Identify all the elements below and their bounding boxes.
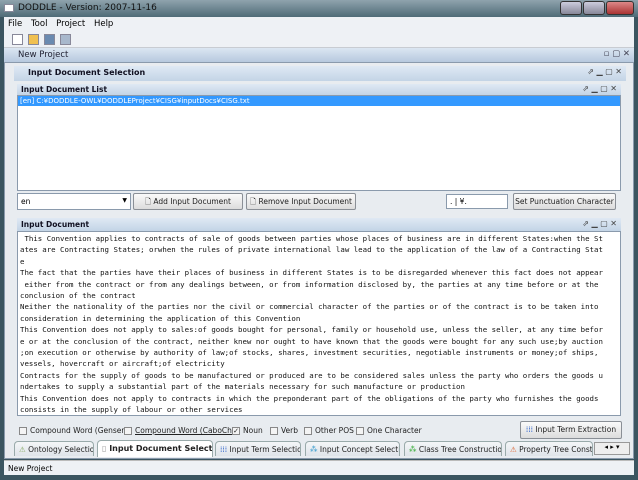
tab-label: Property Tree Constr: [519, 445, 593, 454]
set-punctuation-button[interactable]: Set Punctuation Character: [513, 193, 616, 210]
panel-header: Input Document Selection ⇗ ▁ ▢ ✕: [14, 66, 626, 81]
window-title: DODDLE - Version: 2007-11-16: [18, 3, 157, 13]
document-line: conclusion of the contract: [20, 291, 136, 301]
frame-title-text: New Project: [18, 50, 69, 60]
tab-scroll-controls[interactable]: ◂ ▸ ▾: [594, 442, 630, 455]
input-term-extraction-button[interactable]: ⁞⁞⁞ Input Term Extraction: [520, 421, 622, 439]
option-checkbox[interactable]: Verb: [270, 426, 298, 435]
panel-controls[interactable]: ⇗ ▁ ▢ ✕: [587, 67, 622, 76]
list-item[interactable]: [en] C:¥DODDLE-OWL¥DODDLEProject¥CISG¥in…: [18, 96, 620, 106]
document-line: ndertakes to supply a substantial part o…: [20, 382, 465, 392]
checkbox-checked-icon[interactable]: ✓: [232, 426, 240, 435]
document-line: This Convention applies to contracts of …: [20, 234, 603, 243]
chevron-down-icon: ▼: [122, 197, 127, 204]
tab-icon: ⚠: [19, 445, 29, 454]
doc-list[interactable]: [en] C:¥DODDLE-OWL¥DODDLEProject¥CISG¥in…: [17, 95, 621, 191]
close-button[interactable]: [606, 1, 634, 15]
tab-label: Class Tree Construction: [418, 445, 502, 454]
input-document-title: Input Document: [21, 220, 90, 229]
option-label: Noun: [243, 426, 263, 435]
app-icon: [4, 4, 14, 12]
internal-frame-title: New Project ▫ ▢ ✕: [4, 48, 634, 62]
toolbar: [4, 32, 634, 48]
document-line: consideration in determining the applica…: [20, 313, 301, 323]
option-label: Compound Word (Gensen): [30, 426, 130, 435]
tab[interactable]: ⚠ Ontology Selection: [14, 441, 94, 456]
menu-bar: File Tool Project Help: [4, 17, 634, 32]
checkbox-icon[interactable]: [304, 426, 312, 435]
tab-label: Input Term Selection: [229, 445, 301, 454]
status-bar: New Project: [4, 460, 634, 475]
project-frame: Input Document Selection ⇗ ▁ ▢ ✕ Input D…: [4, 62, 634, 459]
language-select[interactable]: en ▼: [17, 193, 131, 210]
menu-project[interactable]: Project: [56, 19, 85, 29]
punctuation-input[interactable]: . | ¥.: [446, 194, 508, 209]
option-checkbox[interactable]: Compound Word (Gensen): [19, 426, 129, 435]
doc-list-controls[interactable]: ⇗ ▁ ▢ ✕: [582, 84, 617, 93]
menu-help[interactable]: Help: [94, 19, 113, 29]
document-line: Neither the nationality of the parties n…: [20, 302, 599, 312]
new-icon[interactable]: [12, 34, 23, 45]
tab[interactable]: ⁞⁞⁞ Input Term Selection: [215, 441, 301, 456]
language-value: en: [21, 197, 31, 206]
option-checkbox[interactable]: One Character: [356, 426, 422, 435]
option-checkbox[interactable]: Compound Word (CaboCha): [124, 426, 239, 435]
tab-icon: ⁂: [409, 445, 419, 454]
option-label: Compound Word (CaboCha): [135, 426, 240, 435]
maximize-button[interactable]: [583, 1, 605, 15]
tab[interactable]: ⁂ Input Concept Selection: [305, 441, 400, 456]
tab-icon: ⁂: [310, 445, 320, 454]
document-line: e or at the conclusion of the contract, …: [20, 336, 603, 346]
checkbox-icon[interactable]: [356, 426, 364, 435]
option-checkbox[interactable]: Other POS: [304, 426, 354, 435]
document-line: vessels, hovercraft or aircraft;of elect…: [20, 359, 225, 369]
document-line: Contracts for the supply of goods to be …: [20, 370, 603, 380]
minimize-button[interactable]: [560, 1, 582, 15]
input-document-header: Input Document ⇗ ▁ ▢ ✕: [17, 218, 621, 231]
document-line: The fact that the parties have their pla…: [20, 268, 603, 278]
save-icon[interactable]: [44, 34, 55, 45]
tab-label: Input Document Selection: [109, 444, 213, 453]
checkbox-icon[interactable]: [270, 426, 278, 435]
checkbox-icon[interactable]: [19, 426, 27, 435]
tab-label: Input Concept Selection: [319, 445, 399, 454]
option-label: Verb: [281, 426, 299, 435]
tab-label: Ontology Selection: [28, 445, 94, 454]
tab-icon: ⚠: [510, 445, 520, 454]
document-line: consists in the supply of labour or othe…: [20, 405, 243, 415]
menu-file[interactable]: File: [8, 19, 22, 29]
tab[interactable]: ▯ Input Document Selection: [97, 440, 213, 457]
title-bar: DODDLE - Version: 2007-11-16: [0, 0, 638, 17]
frame-controls[interactable]: ▫ ▢ ✕: [604, 49, 630, 59]
input-document-text[interactable]: This Convention applies to contracts of …: [17, 231, 621, 416]
panel-title: Input Document Selection: [28, 68, 146, 77]
document-line: This Convention does not apply to sales:…: [20, 325, 603, 335]
document-line: e: [20, 256, 25, 266]
add-document-button[interactable]: 🗋 Add Input Document: [133, 193, 243, 210]
document-line: either from the contract or from any dea…: [20, 279, 599, 289]
document-line: ates are Contracting States; orwhen the …: [20, 245, 603, 255]
menu-tool[interactable]: Tool: [31, 19, 48, 29]
option-label: Other POS: [315, 426, 354, 435]
save-as-icon[interactable]: [60, 34, 71, 45]
checkbox-icon[interactable]: [124, 426, 132, 435]
document-line: This Convention does not apply to contra…: [20, 393, 599, 403]
input-document-controls[interactable]: ⇗ ▁ ▢ ✕: [582, 219, 617, 228]
document-line: ;on execution or otherwise by authority …: [20, 348, 599, 358]
doc-list-title: Input Document List: [21, 85, 108, 94]
extraction-icon: ⁞⁞⁞: [525, 425, 536, 434]
open-icon[interactable]: [28, 34, 39, 45]
option-checkbox[interactable]: ✓ Noun: [232, 426, 263, 435]
tab[interactable]: ⚠ Property Tree Constr: [505, 441, 593, 456]
doc-list-header: Input Document List ⇗ ▁ ▢ ✕: [17, 84, 621, 95]
tab-icon: ⁞⁞⁞: [220, 445, 230, 454]
option-label: One Character: [367, 426, 422, 435]
remove-document-button[interactable]: 🗋 Remove Input Document: [246, 193, 356, 210]
tab[interactable]: ⁂ Class Tree Construction: [404, 441, 502, 456]
